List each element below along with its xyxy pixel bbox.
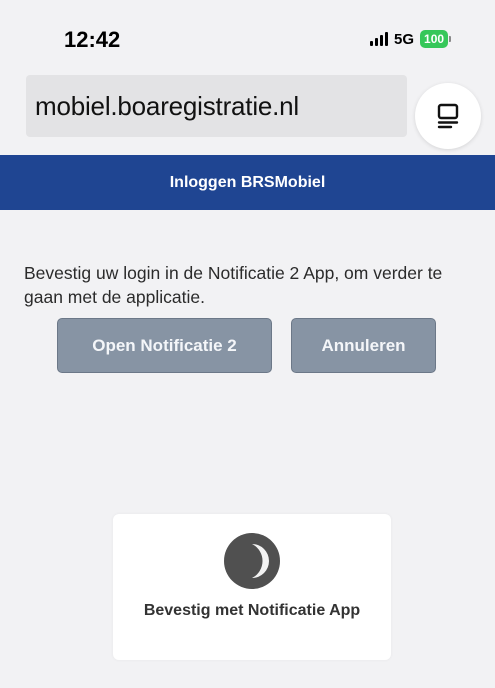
cancel-button[interactable]: Annuleren	[291, 318, 436, 373]
battery-icon: 100	[420, 30, 452, 48]
reader-mode-icon	[437, 103, 459, 129]
battery-level: 100	[420, 30, 449, 48]
open-notificatie-button[interactable]: Open Notificatie 2	[57, 318, 272, 373]
status-time: 12:42	[64, 27, 121, 52]
loading-spinner-icon	[224, 533, 280, 589]
network-type: 5G	[394, 30, 415, 48]
status-bar: 12:42 5G 100	[0, 0, 495, 80]
signal-icon	[370, 32, 388, 46]
page-title: Inloggen BRSMobiel	[169, 173, 326, 191]
confirm-card: Bevestig met Notificatie App	[113, 514, 391, 660]
confirm-message: Bevestig uw login in de Notificatie 2 Ap…	[24, 263, 443, 307]
status-indicators: 5G 100	[370, 28, 452, 50]
address-bar[interactable]: mobiel.boaregistratie.nl	[26, 75, 407, 137]
page-header: Inloggen BRSMobiel	[0, 155, 495, 210]
confirm-label: Bevestig met Notificatie App	[143, 602, 361, 619]
url-text: mobiel.boaregistratie.nl	[35, 90, 300, 121]
reader-mode-button[interactable]	[415, 83, 481, 149]
